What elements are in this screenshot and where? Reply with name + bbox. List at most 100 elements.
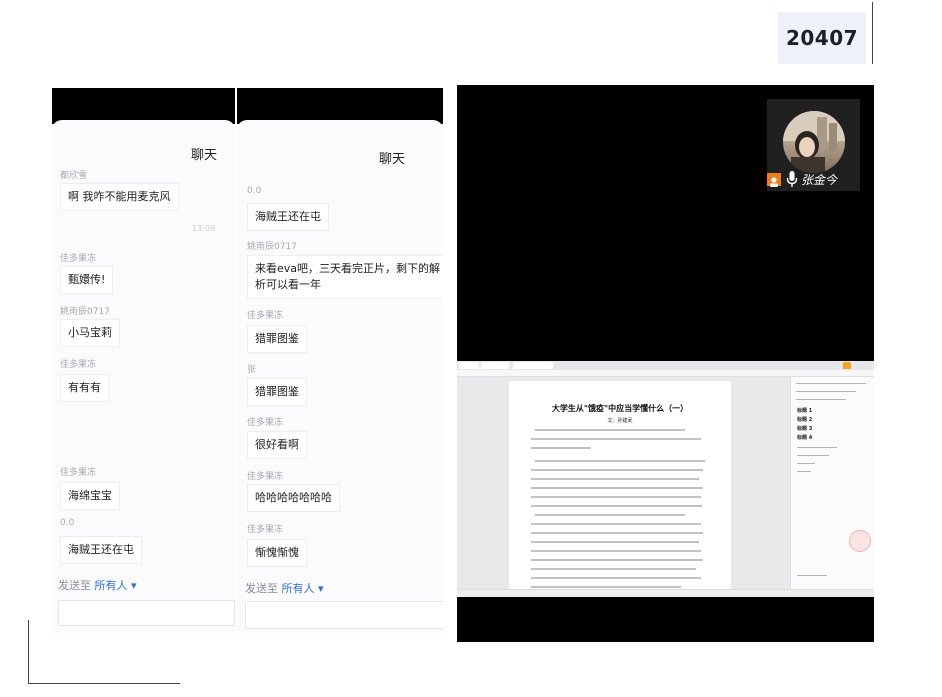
pane-header-rule [796,399,846,400]
send-to-prefix: 发送至 [245,582,278,595]
document-text-line [531,532,703,534]
message-time: 13:09 [192,224,216,233]
document-text-line [531,505,702,507]
document-text-line [531,447,591,449]
message-sender: 佳多果冻 [247,525,284,535]
style-item[interactable]: 标题 3 [797,425,812,432]
message-sender: 佳多果冻 [247,311,284,321]
chat-input[interactable] [245,601,443,629]
video-call-screen: 张金今 大学生从"饿疫"中应当学懂什么（一） 文：孙建武 标题 1 标题 2 标… [457,85,874,642]
document-text-line [531,550,701,552]
message-bubble[interactable]: 有有有 [60,374,109,402]
style-item[interactable]: 标题 1 [797,407,812,414]
message-bubble[interactable]: 哈哈哈哈哈哈哈 [247,484,340,512]
document-text-line [531,523,701,525]
pane-header-rule [796,383,866,384]
style-item[interactable]: 标题 2 [797,416,812,423]
document-canvas: 大学生从"饿疫"中应当学懂什么（一） 文：孙建武 [457,377,790,593]
document-text-line [531,541,699,543]
document-text-line [531,586,681,588]
message-bubble[interactable]: 很好看啊 [247,431,307,459]
chat-title: 聊天 [379,152,406,167]
document-title: 大学生从"饿疫"中应当学懂什么（一） [551,403,689,413]
document-text-line [535,429,685,431]
message-bubble[interactable]: 猎罪图鉴 [247,378,307,406]
document-tab[interactable] [513,362,553,369]
message-sender: 姚雨辰0717 [247,242,297,252]
screenshot: 20407 聊天 都欣雪 啊 我咋不能用麦克风 13:09 佳多果冻 甄嬛传! … [0,0,942,697]
document-text-line [531,487,703,489]
document-tabs [457,361,874,370]
avatar [783,111,845,173]
message-sender: 佳多果冻 [247,418,284,428]
document-text-line [531,496,701,498]
avatar-photo [783,111,845,173]
document-author: 文：孙建武 [607,418,633,424]
participant-name: 张金今 [801,173,838,187]
message-sender: 佳多果冻 [60,468,97,478]
document-text-line [535,514,685,516]
message-bubble[interactable]: 海绵宝宝 [60,482,120,510]
shared-screen: 大学生从"饿疫"中应当学懂什么（一） 文：孙建武 标题 1 标题 2 标题 3 … [457,361,874,597]
message-sender: 都欣雪 [60,171,88,181]
pane-rule [797,455,829,456]
message-sender: 0.0 [247,186,262,196]
sticker-icon [849,530,871,552]
document-page: 大学生从"饿疫"中应当学懂什么（一） 文：孙建武 [509,381,731,593]
status-bar [52,88,235,124]
message-bubble[interactable]: 海贼王还在屯 [60,536,142,564]
message-sender: 张 [247,365,257,375]
id-badge: 20407 [778,12,866,64]
message-sender: 姚雨辰0717 [60,307,110,317]
pane-rule [797,471,811,472]
message-bubble[interactable]: 海贼王还在屯 [247,203,329,231]
document-text-line [531,478,699,480]
chat-panel-left: 聊天 都欣雪 啊 我咋不能用麦克风 13:09 佳多果冻 甄嬛传! 姚雨辰071… [52,88,235,633]
message-bubble[interactable]: 惭愧惭愧 [247,539,307,567]
message-sender: 佳多果冻 [60,360,97,370]
document-tab[interactable] [481,362,509,369]
style-item[interactable]: 标题 4 [797,434,812,441]
styles-pane: 标题 1 标题 2 标题 3 标题 4 [790,377,874,589]
divider [28,683,180,684]
divider [872,2,873,64]
pane-header-rule [796,391,856,392]
divider [28,620,29,684]
send-to-selector[interactable]: 发送至 所有人 ▾ [245,580,324,596]
message-bubble[interactable]: 小马宝莉 [60,319,120,347]
send-to-selector[interactable]: 发送至 所有人 ▾ [58,577,137,593]
message-bubble[interactable]: 来看eva吧，三天看完正片，剩下的解析可以看一年 [247,255,443,299]
message-bubble[interactable]: 甄嬛传! [60,266,114,294]
pane-rule [797,447,837,448]
document-tab[interactable] [459,362,479,369]
message-sender: 佳多果冻 [60,254,97,264]
send-to-target: 所有人 [94,579,128,592]
message-bubble[interactable]: 啊 我咋不能用麦克风 [60,183,179,211]
document-statusbar [457,589,874,597]
document-text-line [531,469,703,471]
document-tab[interactable] [843,362,851,369]
document-toolbar [457,370,874,377]
document-text-line [535,460,705,462]
pane-rule [797,463,815,464]
document-text-line [531,577,701,579]
chat-panel-right: 聊天 0.0 海贼王还在屯 姚雨辰0717 来看eva吧，三天看完正片，剩下的解… [237,88,443,633]
send-to-target: 所有人 [281,582,315,595]
send-to-prefix: 发送至 [58,579,91,592]
camera-icon [767,173,781,187]
chevron-down-icon: ▾ [131,579,137,592]
document-text-line [531,438,701,440]
chat-title: 聊天 [191,148,218,163]
message-sender: 佳多果冻 [247,472,284,482]
participant-tile[interactable]: 张金今 [767,99,860,191]
chevron-down-icon: ▾ [318,582,324,595]
chat-input[interactable] [58,600,235,626]
message-bubble[interactable]: 猎罪图鉴 [247,325,307,353]
document-text-line [531,568,696,570]
message-sender: 0.0 [60,518,75,528]
pane-rule [797,575,827,576]
camera-icon-glyph [770,177,778,187]
document-text-line [531,559,703,561]
microphone-icon [786,171,798,187]
status-bar [237,88,443,124]
